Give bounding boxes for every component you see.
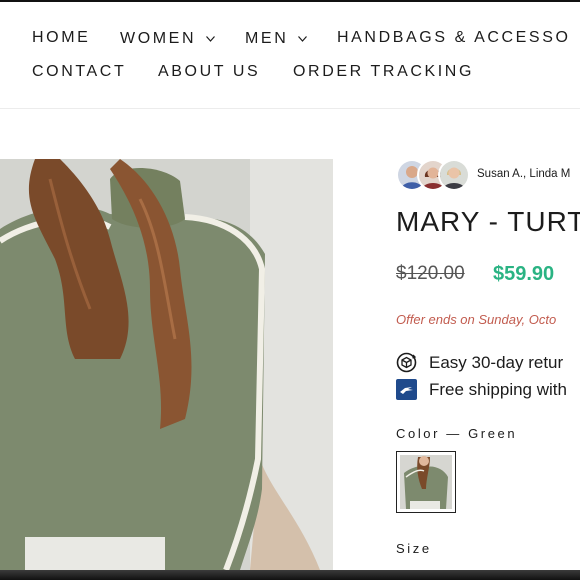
bottom-bar [0, 570, 580, 580]
avatar [438, 159, 470, 191]
nav-about-label: ABOUT US [158, 63, 261, 80]
nav-home-label: HOME [32, 29, 91, 46]
color-swatch-green[interactable] [396, 451, 456, 513]
nav-contact-label: CONTACT [32, 63, 127, 80]
nav-men-label: MEN [245, 30, 289, 47]
nav-women[interactable]: WOMEN [120, 29, 216, 48]
nav-contact[interactable]: CONTACT [32, 63, 126, 81]
feature-returns-text: Easy 30-day retur [429, 353, 564, 372]
product-gallery-image[interactable] [0, 159, 333, 570]
nav-home[interactable]: HOME [32, 29, 90, 47]
original-price: $120.00 [396, 263, 465, 284]
shipping-eagle-icon [396, 379, 417, 400]
feature-shipping-text: Free shipping with [429, 380, 567, 399]
return-box-icon [396, 352, 417, 373]
sale-price: $59.90 [493, 263, 555, 285]
color-label: Color — Green [396, 426, 518, 441]
offer-deadline: Offer ends on Sunday, Octo [396, 312, 557, 327]
nav-women-label: WOMEN [120, 30, 197, 47]
size-label: Size [396, 541, 432, 556]
chevron-down-icon [298, 29, 308, 47]
chevron-down-icon [206, 29, 216, 47]
product-info: Susan A., Linda M MARY - TURT $120.00 $5… [396, 0, 580, 570]
nav-men[interactable]: MEN [245, 29, 308, 48]
reviewer-names: Susan A., Linda M [477, 168, 571, 180]
product-title: MARY - TURT [396, 206, 580, 237]
nav-about-us[interactable]: ABOUT US [158, 63, 260, 81]
